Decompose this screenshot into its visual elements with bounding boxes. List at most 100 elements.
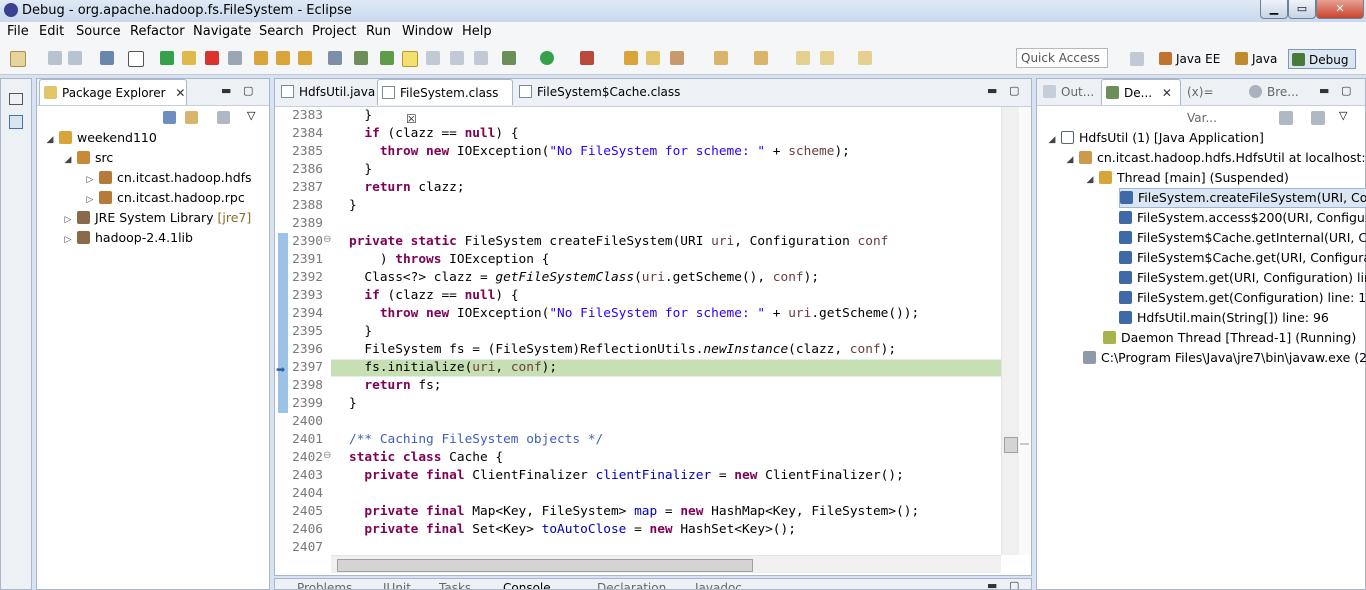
disconnect-icon[interactable] [228,51,242,65]
code-line-2396[interactable]: FileSystem fs = (FileSystem)ReflectionUt… [349,342,896,357]
new-java-project-icon[interactable] [624,51,638,65]
menu-run[interactable]: Run [366,24,391,39]
save-icon[interactable] [48,51,62,65]
code-line-2395[interactable]: } [349,324,372,339]
horizontal-scroll-thumb[interactable] [337,559,753,572]
maximize-editor-icon[interactable]: ▢ [1009,84,1019,97]
code-line-2402[interactable]: static class Cache { [349,450,503,465]
forward-history-icon[interactable] [858,51,872,65]
twisty-open-icon[interactable]: ◢ [63,150,73,170]
tab-outline[interactable]: Out... [1039,79,1099,105]
tab-junit[interactable]: JUnit [383,581,411,589]
close-tab-icon[interactable]: ☒ [406,112,417,126]
tab-filesystem-cache-class[interactable]: FileSystem$Cache.class [515,79,680,105]
code-line-2388[interactable]: } [349,198,357,213]
tab-hdfsutil-java[interactable]: HdfsUtil.java [277,79,377,105]
close-button[interactable]: ✕ [1316,0,1364,19]
horizontal-scrollbar[interactable] [331,555,1001,573]
minimized-view-icon[interactable] [9,115,23,129]
close-tab-icon[interactable]: ✕ [1162,86,1172,100]
stack-frame[interactable]: FileSystem.get(Configuration) line: 167 [1119,288,1366,308]
back-icon[interactable] [796,51,810,65]
resume-icon[interactable] [160,51,174,65]
twisty-open-icon[interactable]: ◢ [1047,130,1057,150]
twisty-closed-icon[interactable]: ▷ [85,190,95,210]
menu-file[interactable]: File [7,24,29,39]
use-step-filters-icon[interactable] [354,51,368,65]
drop-to-frame-icon[interactable] [328,51,342,65]
minimize-view-icon[interactable]: ▬ [1319,84,1329,97]
code-line-2404[interactable] [349,486,357,501]
skip-breakpoints-icon[interactable] [128,51,144,67]
link-with-editor-icon[interactable] [185,111,198,124]
minimize-view-icon[interactable]: ▬ [221,84,231,97]
code-line-2383[interactable]: } [349,108,372,123]
quick-access-input[interactable]: Quick Access [1016,48,1108,68]
code-line-2390[interactable]: private static FileSystem createFileSyst… [349,234,888,249]
menu-window[interactable]: Window [402,24,453,39]
tree-item-package-rpc[interactable]: ▷ cn.itcast.hadoop.rpc [85,188,245,208]
stack-frame[interactable]: HdfsUtil.main(String[]) line: 96 [1119,308,1329,328]
twisty-closed-icon[interactable]: ▷ [85,170,95,190]
code-line-2385[interactable]: throw new IOException("No FileSystem for… [349,144,850,159]
code-line-2400[interactable] [349,414,357,429]
stack-frame[interactable]: FileSystem.get(URI, Configuration) line [1119,268,1366,288]
tab-tasks[interactable]: Tasks [439,581,471,589]
debug-item-daemon-thread[interactable]: Daemon Thread [Thread-1] (Running) [1103,328,1356,348]
new-icon[interactable] [10,51,26,67]
perspective-debug[interactable]: Debug [1288,49,1356,69]
tree-item-src[interactable]: ◢ src [63,148,114,170]
code-line-2392[interactable]: Class<?> clazz = getFileSystemClass(uri.… [349,270,819,285]
tab-javadoc[interactable]: Javadoc [695,581,742,589]
minimize-view-icon[interactable]: ▬ [987,579,997,589]
tab-package-explorer[interactable]: Package Explorer ✕ [39,79,187,105]
forward-icon[interactable] [820,51,834,65]
perspective-java-ee[interactable]: Java EE [1156,49,1224,69]
code-line-2393[interactable]: if (clazz == null) { [349,288,518,303]
tree-item-weekend110[interactable]: ◢ weekend110 [45,128,157,148]
view-menu-chevron-icon[interactable]: ▽ [247,109,255,122]
stack-frame[interactable]: FileSystem$Cache.get(URI, Configurati [1119,248,1366,268]
tab-problems[interactable]: Problems [297,581,352,589]
minimize-button[interactable]: ▁ [1260,0,1288,19]
menu-project[interactable]: Project [312,24,356,39]
run-icon[interactable] [540,51,554,65]
external-tools-icon[interactable] [580,51,594,65]
save-all-icon[interactable] [68,51,82,65]
code-line-2384[interactable]: if (clazz == null) { [349,126,518,141]
twisty-closed-icon[interactable]: ▷ [63,210,73,230]
tab-console[interactable]: Console [503,581,551,589]
maximize-view-icon[interactable]: ▢ [1341,84,1351,97]
vertical-scroll-thumb[interactable] [1004,437,1018,453]
tree-item-jre-library[interactable]: ▷ JRE System Library [jre7] [63,208,252,230]
view-menu-icon[interactable] [1311,111,1325,125]
collapse-all-icon[interactable] [163,111,176,124]
view-menu-chevron-icon[interactable]: ▽ [1339,109,1347,122]
code-line-2406[interactable]: private final Set<Key> toAutoClose = new… [349,522,796,537]
step-return-icon[interactable] [298,51,312,65]
code-line-2386[interactable]: } [349,162,372,177]
vertical-scrollbar[interactable] [1001,107,1019,555]
debug-item-process[interactable]: C:\Program Files\Java\jre7\bin\javaw.exe… [1083,348,1366,368]
print-icon[interactable] [100,51,114,65]
code-line-2401[interactable]: /** Caching FileSystem objects */ [349,432,603,447]
stack-frame[interactable]: FileSystem$Cache.getInternal(URI, Cor [1119,228,1366,248]
code-line-2394[interactable]: throw new IOException("No FileSystem for… [349,306,919,321]
code-line-2387[interactable]: return clazz; [349,180,464,195]
fold-collapse-icon[interactable]: ⊖ [323,450,331,461]
minimize-editor-icon[interactable]: ▬ [987,84,997,97]
menu-refactor[interactable]: Refactor [130,24,185,39]
search-tool-icon[interactable] [670,51,684,65]
terminate-icon[interactable] [205,51,219,65]
code-line-2403[interactable]: private final ClientFinalizer clientFina… [349,468,903,483]
perspective-java[interactable]: Java [1232,49,1281,69]
twisty-open-icon[interactable]: ◢ [45,130,55,150]
stack-frame[interactable]: FileSystem.createFileSystem(URI, Confi [1119,188,1366,208]
suspend-icon[interactable] [182,51,196,65]
menu-help[interactable]: Help [462,24,492,39]
code-line-2405[interactable]: private final Map<Key, FileSystem> map =… [349,504,919,519]
outline-toggle-icon[interactable] [450,51,464,65]
tree-item-package-hdfs[interactable]: ▷ cn.itcast.hadoop.hdfs [85,168,252,188]
step-over-icon[interactable] [276,51,290,65]
debug-item-vm[interactable]: ◢ cn.itcast.hadoop.hdfs.HdfsUtil at local… [1065,148,1366,168]
